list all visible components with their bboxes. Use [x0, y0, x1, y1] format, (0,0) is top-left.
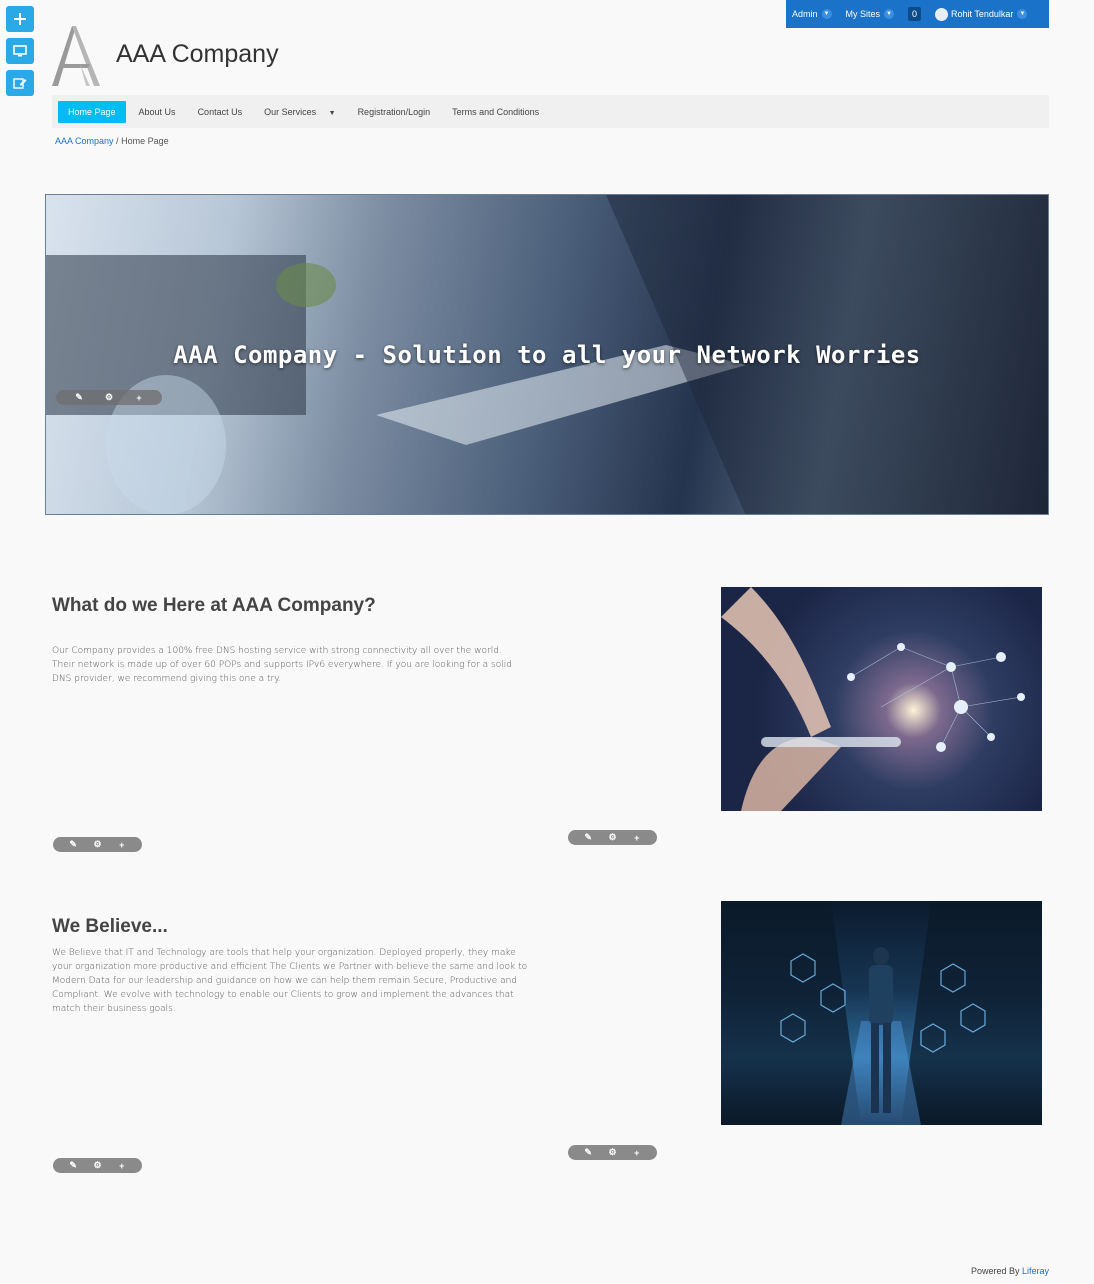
breadcrumb-separator: /	[116, 136, 119, 146]
liferay-link[interactable]: Liferay	[1022, 1266, 1049, 1276]
nav-item-about[interactable]: About Us	[130, 101, 185, 123]
user-name: Rohit Tendulkar	[951, 9, 1014, 19]
nav-item-terms[interactable]: Terms and Conditions	[443, 101, 548, 123]
my-sites-menu[interactable]: My Sites ▼	[846, 9, 895, 19]
admin-menu[interactable]: Admin ▼	[792, 9, 832, 19]
admin-label: Admin	[792, 9, 818, 19]
gear-icon[interactable]: ⚙	[605, 832, 619, 843]
plus-icon[interactable]: +	[115, 840, 129, 850]
left-dock	[6, 6, 34, 102]
portlet-toolbar[interactable]: ✎ ⚙ +	[56, 390, 162, 405]
footer: Powered By Liferay	[971, 1266, 1049, 1276]
main-navigation: Home Page About Us Contact Us Our Servic…	[52, 95, 1049, 128]
section-title: We Believe...	[52, 916, 168, 937]
my-sites-label: My Sites	[845, 9, 881, 19]
nav-item-registration[interactable]: Registration/Login	[349, 101, 440, 123]
hero-banner: AAA Company - Solution to all your Netwo…	[45, 194, 1049, 515]
nav-item-home[interactable]: Home Page	[58, 100, 126, 123]
monitor-icon	[13, 45, 27, 57]
datacenter-image	[721, 901, 1042, 1125]
nav-item-contact[interactable]: Contact Us	[189, 101, 252, 123]
powered-by-label: Powered By	[970, 1266, 1020, 1276]
gear-icon[interactable]: ⚙	[90, 1160, 104, 1171]
preview-button[interactable]	[6, 38, 34, 64]
admin-bar: Admin ▼ My Sites ▼ 0 Rohit Tendulkar ▼	[786, 0, 1049, 28]
portlet-toolbar[interactable]: ✎ ⚙ +	[53, 1158, 142, 1173]
network-illustration	[721, 587, 1025, 811]
chevron-down-icon: ▼	[1017, 9, 1028, 19]
gear-icon[interactable]: ⚙	[90, 839, 104, 850]
datacenter-illustration	[721, 901, 1042, 1125]
notifications-badge[interactable]: 0	[908, 7, 922, 21]
breadcrumb: AAA Company / Home Page	[55, 136, 169, 146]
user-menu[interactable]: Rohit Tendulkar ▼	[921, 7, 1028, 21]
company-logo[interactable]	[50, 24, 108, 88]
gear-icon[interactable]: ⚙	[605, 1147, 619, 1158]
breadcrumb-current: Home Page	[121, 136, 169, 146]
breadcrumb-root[interactable]: AAA Company	[55, 136, 114, 146]
pencil-icon[interactable]: ✎	[72, 392, 86, 403]
plus-icon[interactable]: +	[630, 1148, 644, 1158]
caret-down-icon: ▼	[328, 109, 336, 117]
portlet-toolbar[interactable]: ✎ ⚙ +	[568, 1145, 657, 1160]
edit-icon	[13, 78, 27, 89]
chevron-down-icon: ▼	[821, 9, 832, 19]
chevron-down-icon: ▼	[884, 9, 895, 19]
network-image	[721, 587, 1042, 811]
plus-icon	[14, 13, 26, 25]
pencil-icon[interactable]: ✎	[581, 1147, 595, 1158]
gear-icon[interactable]: ⚙	[102, 392, 116, 403]
edit-button[interactable]	[6, 70, 34, 96]
section-text: Our Company provides a 100% free DNS hos…	[52, 646, 512, 684]
avatar	[935, 7, 949, 21]
hero-title: AAA Company - Solution to all your Netwo…	[173, 341, 921, 369]
pencil-icon[interactable]: ✎	[66, 839, 80, 850]
nav-item-services[interactable]: Our Services ▼	[255, 101, 344, 123]
nav-item-services-label: Our Services	[264, 106, 317, 117]
plus-icon[interactable]: +	[132, 393, 146, 403]
portlet-toolbar[interactable]: ✎ ⚙ +	[568, 830, 657, 845]
plus-icon[interactable]: +	[630, 833, 644, 843]
portlet-toolbar[interactable]: ✎ ⚙ +	[53, 837, 142, 852]
plus-icon[interactable]: +	[115, 1161, 129, 1171]
section-text: We Believe that IT and Technology are to…	[52, 948, 528, 1014]
section-title: What do we Here at AAA Company?	[52, 595, 376, 616]
pencil-icon[interactable]: ✎	[66, 1160, 80, 1171]
site-title[interactable]: AAA Company	[116, 40, 279, 69]
add-button[interactable]	[6, 6, 34, 32]
pencil-icon[interactable]: ✎	[581, 832, 595, 843]
